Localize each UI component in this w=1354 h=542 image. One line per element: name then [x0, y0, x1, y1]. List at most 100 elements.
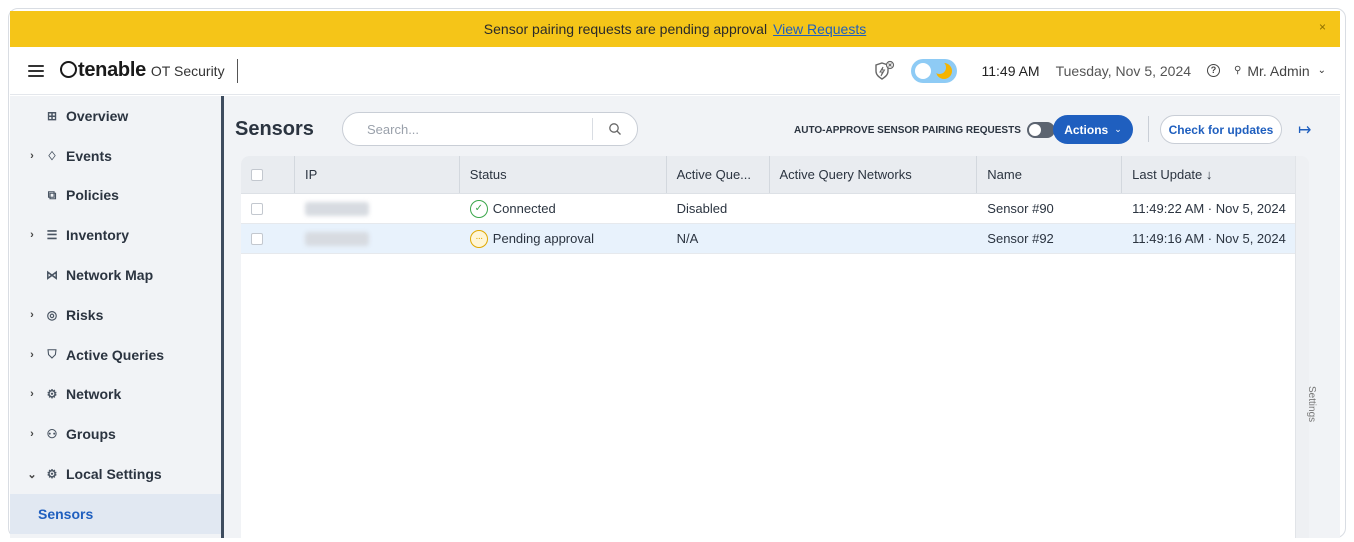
redacted-ip [304, 201, 369, 216]
sidebar-item-local-settings[interactable]: ⌄ ⚙ Local Settings [10, 454, 221, 494]
column-header-ip[interactable]: IP [295, 156, 460, 193]
sidebar-item-label: Network [66, 386, 122, 403]
chevron-right-icon[interactable]: › [20, 229, 44, 241]
table-side-strip [1295, 156, 1309, 538]
logo-ring-icon [60, 61, 77, 78]
close-icon[interactable]: × [1319, 20, 1326, 34]
chevron-right-icon[interactable]: › [20, 428, 44, 440]
name-cell: Sensor #90 [987, 201, 1054, 216]
banner-message: Sensor pairing requests are pending appr… [483, 21, 768, 37]
sidebar-item-overview[interactable]: ⊞ Overview [10, 96, 221, 136]
chevron-right-icon[interactable]: › [20, 150, 44, 162]
sidebar-item-label: Active Queries [66, 346, 165, 363]
grid-icon: ⊞ [46, 108, 58, 123]
sidebar: ⊞ Overview › ♢ Events ⧉ Policies › ☰ Inv… [10, 96, 224, 538]
ip-cell [295, 194, 460, 223]
groups-icon: ⚇ [46, 427, 58, 442]
last-update-cell: 11:49:16 AM · Nov 5, 2024 [1132, 231, 1286, 246]
risk-icon: ◎ [46, 307, 58, 322]
search-icon[interactable] [593, 122, 637, 136]
moon-icon [933, 60, 953, 79]
sidebar-item-label: Overview [66, 107, 129, 124]
theme-toggle[interactable] [911, 58, 958, 83]
chevron-down-icon: ⌄ [1114, 124, 1122, 134]
network-icon: ⚙ [46, 387, 58, 402]
page-title: Sensors [235, 118, 314, 140]
sidebar-item-sensors[interactable]: Sensors [10, 493, 221, 534]
status-text: Connected [492, 201, 556, 216]
view-requests-link[interactable]: View Requests [773, 21, 866, 37]
row-checkbox[interactable] [251, 202, 263, 215]
table-header: IP Status Active Que... Active Query Net… [241, 156, 1309, 194]
sidebar-item-network-map[interactable]: ⋈ Network Map [10, 255, 221, 295]
export-icon[interactable]: ↦ [1298, 120, 1311, 140]
sidebar-item-active-queries[interactable]: › ⛉ Active Queries [10, 335, 221, 375]
chevron-right-icon[interactable]: › [20, 349, 44, 361]
name-cell: Sensor #92 [987, 231, 1054, 246]
pending-approval-banner: Sensor pairing requests are pending appr… [10, 11, 1340, 47]
active-queries-cell: Disabled [676, 201, 728, 216]
table-row[interactable]: ··· Pending approval N/A Sensor #92 11:4… [241, 224, 1309, 254]
list-icon: ☰ [46, 228, 58, 243]
sidebar-item-label: Local Settings [66, 466, 162, 483]
sidebar-item-policies[interactable]: ⧉ Policies [10, 176, 221, 216]
logo-brand: tenable [78, 59, 146, 81]
user-menu[interactable]: ⚲ Mr. Admin ⌄ [1234, 63, 1326, 79]
sidebar-item-events[interactable]: › ♢ Events [10, 136, 221, 176]
shield-icon[interactable] [873, 60, 895, 82]
sidebar-item-label: Groups [66, 426, 116, 443]
sidebar-item-inventory[interactable]: › ☰ Inventory [10, 215, 221, 255]
row-select-cell [241, 224, 295, 253]
sidebar-item-label: Policies [66, 187, 119, 204]
clock-time: 11:49 AM [981, 62, 1040, 79]
table-row[interactable]: ✓ Connected Disabled Sensor #90 11:49:22… [241, 194, 1309, 224]
settings-side-tab[interactable]: Settings [1306, 386, 1317, 422]
policies-icon: ⧉ [47, 187, 57, 202]
select-all-checkbox[interactable] [251, 168, 263, 181]
check-for-updates-button[interactable]: Check for updates [1160, 115, 1282, 144]
sidebar-item-label: Risks [66, 306, 104, 323]
column-header-active-query-networks[interactable]: Active Query Networks [770, 156, 978, 193]
sidebar-item-label: Inventory [66, 227, 130, 244]
main-content: Sensors AUTO-APPROVE SENSOR PAIRING REQU… [224, 96, 1340, 538]
settings-icon: ⚙ [46, 467, 58, 482]
actions-button[interactable]: Actions ⌄ [1053, 115, 1133, 144]
settings-tab-label: Settings [1306, 386, 1317, 423]
auto-approve-toggle[interactable] [1026, 122, 1055, 138]
connected-status-icon: ✓ [469, 199, 488, 218]
sidebar-item-label: Sensors [38, 505, 94, 522]
column-header-status[interactable]: Status [460, 156, 667, 193]
current-date: Tuesday, Nov 5, 2024 [1055, 62, 1192, 79]
chevron-down-icon[interactable]: ⌄ [20, 468, 44, 481]
column-header-active-queries[interactable]: Active Que... [667, 156, 770, 193]
row-select-cell [241, 194, 295, 223]
top-bar: tenable OT Security 11:49 AM Tuesday, No… [10, 47, 1340, 95]
auto-approve-label: AUTO-APPROVE SENSOR PAIRING REQUESTS [794, 124, 1021, 136]
sidebar-item-risks[interactable]: › ◎ Risks [10, 295, 221, 335]
logo-product: OT Security [150, 63, 225, 79]
sidebar-item-label: Network Map [66, 267, 154, 284]
sidebar-item-groups[interactable]: › ⚇ Groups [10, 414, 221, 454]
column-header-last-update[interactable]: Last Update ↓ [1122, 156, 1309, 193]
user-name: Mr. Admin [1247, 62, 1310, 79]
help-icon[interactable]: ? [1207, 64, 1221, 77]
menu-icon[interactable] [28, 64, 44, 77]
chevron-right-icon[interactable]: › [20, 388, 44, 400]
search-box [342, 112, 638, 146]
sidebar-item-label: Events [66, 147, 112, 164]
actions-label: Actions [1064, 122, 1109, 137]
chevron-right-icon[interactable]: › [20, 309, 44, 321]
row-checkbox[interactable] [251, 232, 263, 245]
status-cell: ··· Pending approval [460, 224, 667, 253]
status-cell: ✓ Connected [460, 194, 667, 223]
ip-cell [295, 224, 460, 253]
active-query-networks-cell [770, 194, 978, 223]
search-input[interactable] [343, 121, 593, 137]
status-text: Pending approval [492, 231, 594, 246]
sensors-table: IP Status Active Que... Active Query Net… [241, 156, 1309, 538]
redacted-ip [304, 231, 369, 246]
column-header-name[interactable]: Name [977, 156, 1123, 193]
sidebar-item-network[interactable]: › ⚙ Network [10, 375, 221, 415]
pending-status-icon: ··· [469, 229, 488, 248]
network-map-icon: ⋈ [46, 268, 58, 283]
